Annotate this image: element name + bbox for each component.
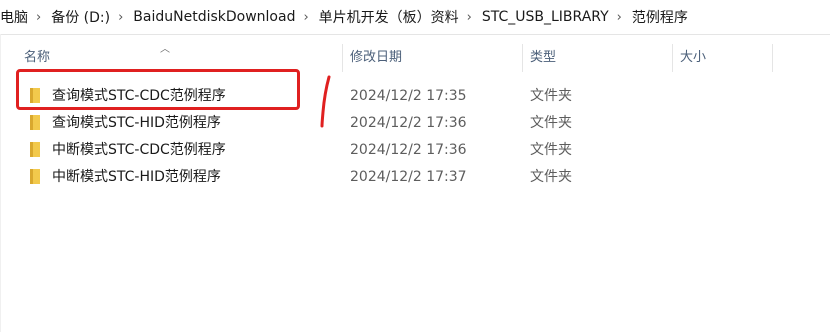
breadcrumb-item-examples[interactable]: 范例程序 (628, 7, 692, 27)
annotation-pen-mark (320, 75, 331, 128)
file-row[interactable]: 中断模式STC-CDC范例程序 2024/12/2 17:36 文件夹 (14, 137, 830, 163)
file-date: 2024/12/2 17:36 (350, 115, 467, 131)
chevron-right-icon[interactable]: › (299, 10, 314, 25)
file-name: 中断模式STC-CDC范例程序 (52, 142, 226, 158)
breadcrumb: 电脑 › 备份 (D:) › BaiduNetdiskDownload › 单片… (0, 0, 830, 35)
breadcrumb-item-pc[interactable]: 电脑 (0, 7, 32, 27)
file-type: 文件夹 (530, 169, 572, 185)
file-type: 文件夹 (530, 115, 572, 131)
column-divider[interactable] (672, 44, 673, 72)
breadcrumb-item-library[interactable]: STC_USB_LIBRARY (478, 9, 613, 25)
file-type: 文件夹 (530, 142, 572, 158)
chevron-right-icon[interactable]: › (613, 10, 628, 25)
file-date: 2024/12/2 17:36 (350, 142, 467, 158)
annotation-highlight-box (16, 69, 300, 110)
column-divider[interactable] (772, 44, 773, 72)
pane-edge (0, 34, 1, 332)
folder-icon (30, 142, 40, 157)
folder-icon (30, 169, 40, 184)
column-header-type[interactable]: 类型 (530, 42, 556, 74)
file-type: 文件夹 (530, 88, 572, 104)
breadcrumb-item-download[interactable]: BaiduNetdiskDownload (129, 9, 299, 25)
file-date: 2024/12/2 17:35 (350, 88, 467, 104)
file-name: 中断模式STC-HID范例程序 (52, 169, 221, 185)
column-divider[interactable] (522, 44, 523, 72)
chevron-right-icon[interactable]: › (32, 10, 47, 25)
file-date: 2024/12/2 17:37 (350, 169, 467, 185)
file-name: 查询模式STC-HID范例程序 (52, 115, 221, 131)
file-row[interactable]: 查询模式STC-HID范例程序 2024/12/2 17:36 文件夹 (14, 110, 830, 136)
column-header-size[interactable]: 大小 (680, 42, 706, 74)
file-row[interactable]: 中断模式STC-HID范例程序 2024/12/2 17:37 文件夹 (14, 164, 830, 190)
column-divider[interactable] (342, 44, 343, 72)
column-header-date[interactable]: 修改日期 (350, 42, 402, 74)
chevron-right-icon[interactable]: › (463, 10, 478, 25)
breadcrumb-item-drive[interactable]: 备份 (D:) (47, 7, 114, 27)
folder-icon (30, 115, 40, 130)
breadcrumb-item-materials[interactable]: 单片机开发（板）资料 (315, 7, 463, 27)
chevron-right-icon[interactable]: › (114, 10, 129, 25)
